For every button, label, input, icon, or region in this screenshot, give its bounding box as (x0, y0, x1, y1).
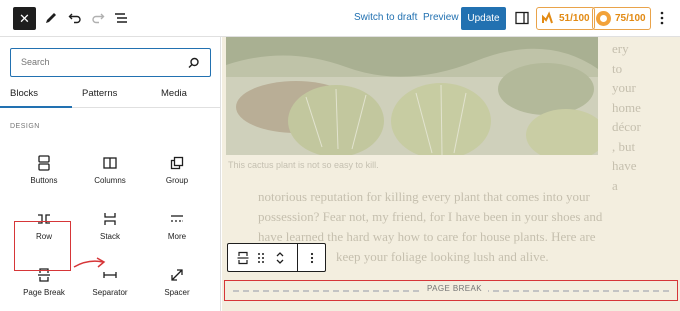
block-label: Columns (94, 176, 126, 185)
pencil-icon (46, 13, 56, 23)
settings-sidebar-toggle[interactable] (512, 8, 532, 28)
block-options-button[interactable] (304, 249, 320, 267)
block-separator[interactable]: Separator (81, 266, 139, 302)
more-vertical-icon (310, 252, 314, 264)
cactus-image[interactable] (226, 37, 598, 155)
block-columns[interactable]: Columns (81, 154, 139, 190)
search-icon (188, 56, 200, 74)
block-search-field[interactable]: Search (10, 48, 211, 77)
text-line: notorious reputation for killing every p… (258, 189, 590, 204)
seo-logo-icon (542, 11, 553, 24)
block-label: Page Break (23, 288, 65, 297)
document-overview-button[interactable] (111, 8, 131, 28)
buttons-icon (38, 155, 50, 171)
close-icon: ✕ (19, 11, 30, 26)
drag-handle-icon (258, 253, 264, 263)
text-line: ery (612, 41, 629, 56)
drag-handle[interactable] (253, 249, 269, 267)
block-label: Stack (99, 232, 120, 241)
switch-to-draft-link[interactable]: Switch to draft (354, 12, 417, 23)
block-buttons[interactable]: Buttons (15, 154, 73, 190)
edit-tool-button[interactable] (41, 8, 61, 28)
block-label: Buttons (30, 176, 58, 185)
block-spacer[interactable]: Spacer (148, 266, 206, 302)
list-view-icon (115, 13, 127, 23)
page-break-block[interactable]: PAGE BREAK (224, 280, 678, 301)
readability-score-value: 75/100 (615, 13, 646, 24)
undo-icon (68, 13, 81, 24)
active-tab-indicator (0, 106, 72, 108)
block-type-button[interactable] (235, 249, 251, 267)
update-button[interactable]: Update (461, 7, 506, 30)
image-caption[interactable]: This cactus plant is not so easy to kill… (228, 160, 379, 170)
redo-icon (92, 13, 105, 24)
sidebar-icon (515, 11, 529, 25)
tab-patterns[interactable]: Patterns (82, 88, 117, 99)
chevron-up-down-icon (276, 252, 284, 264)
seo-score-value: 51/100 (559, 13, 590, 24)
separator-icon (103, 272, 117, 278)
page-break-highlight (14, 221, 71, 271)
text-line: décor (612, 119, 641, 134)
block-label: More (167, 232, 187, 241)
spacer-icon (171, 269, 183, 281)
block-group[interactable]: Group (148, 154, 206, 190)
undo-button[interactable] (65, 8, 85, 28)
text-line: your (612, 80, 636, 95)
inserter-tabs: Blocks Patterns Media (0, 82, 221, 108)
text-line: home (612, 99, 641, 115)
options-menu-button[interactable] (652, 8, 672, 28)
readability-icon (596, 11, 611, 26)
section-title-design: DESIGN (10, 123, 40, 130)
tab-media[interactable]: Media (161, 88, 187, 99)
more-vertical-icon (660, 11, 664, 25)
toolbar-divider (297, 244, 298, 271)
block-page-break[interactable]: Page Break (15, 266, 73, 302)
close-button[interactable]: ✕ (13, 7, 36, 30)
block-label: Separator (92, 288, 128, 297)
move-up-down-buttons[interactable] (272, 249, 288, 267)
block-more[interactable]: More (148, 210, 206, 246)
tab-blocks[interactable]: Blocks (10, 88, 38, 99)
block-toolbar (227, 243, 326, 272)
stack-icon (104, 213, 116, 225)
redo-button[interactable] (88, 8, 108, 28)
annotation-arrow-icon (73, 257, 106, 268)
page-break-icon (237, 251, 249, 265)
editor-top-toolbar: ✕ Switch to draft Preview Update 51/100 … (0, 0, 680, 37)
text-line: have (612, 158, 637, 173)
group-icon (170, 156, 184, 170)
search-placeholder: Search (21, 57, 50, 67)
text-line: possession? Fear not, my friend, for I h… (258, 209, 603, 224)
text-line: , but (612, 138, 636, 154)
preview-link[interactable]: Preview (423, 12, 459, 23)
wrapped-text-column: ery to your home décor , but have a (612, 39, 641, 195)
readability-score-button[interactable]: 75/100 (592, 7, 651, 30)
block-stack[interactable]: Stack (81, 210, 139, 246)
columns-icon (103, 157, 117, 169)
seo-score-button[interactable]: 51/100 (536, 7, 595, 30)
more-icon (171, 215, 183, 222)
block-label: Spacer (164, 288, 190, 297)
block-label: Group (165, 176, 189, 185)
text-line: to (612, 60, 623, 76)
page-break-label: PAGE BREAK (421, 284, 488, 293)
